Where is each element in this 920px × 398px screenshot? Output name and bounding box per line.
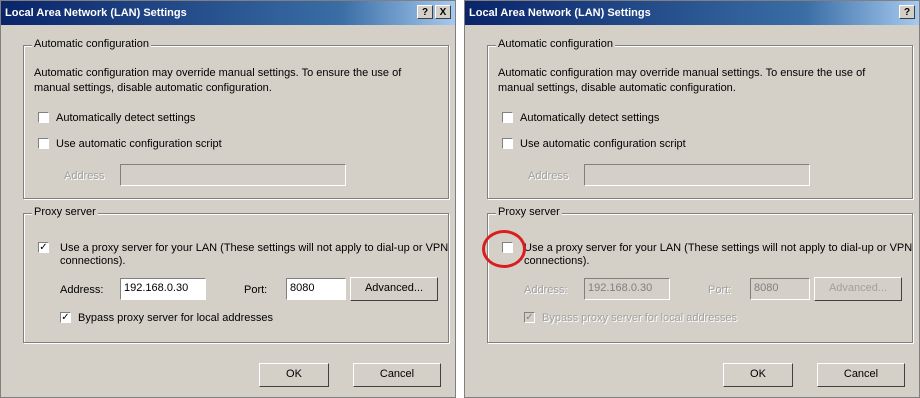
dialog-title: Local Area Network (LAN) Settings <box>469 7 651 19</box>
title-bar: Local Area Network (LAN) Settings ? X <box>1 1 455 25</box>
lan-settings-dialog-left: Local Area Network (LAN) Settings ? X Au… <box>0 0 456 398</box>
lan-settings-dialog-right: Local Area Network (LAN) Settings ? Auto… <box>464 0 920 398</box>
proxy-port-label: Port: <box>244 284 268 296</box>
proxy-address-input[interactable]: 192.168.0.30 <box>120 278 206 300</box>
config-script-checkbox[interactable] <box>502 138 513 149</box>
cancel-button[interactable]: Cancel <box>817 363 905 387</box>
use-proxy-checkbox[interactable] <box>502 242 513 253</box>
help-icon[interactable]: ? <box>899 5 915 19</box>
proxy-server-group: Proxy server Use a proxy server for your… <box>487 206 913 343</box>
automatic-configuration-group: Automatic configuration Automatic config… <box>487 38 913 199</box>
bypass-label: Bypass proxy server for local addresses <box>542 312 738 324</box>
script-address-label: Address <box>64 170 105 182</box>
script-address-field <box>584 164 810 186</box>
auto-config-description: Automatic configuration may override man… <box>34 67 402 94</box>
proxy-address-label: Address: <box>524 284 568 296</box>
cancel-button[interactable]: Cancel <box>353 363 441 387</box>
proxy-address-input: 192.168.0.30 <box>584 278 670 300</box>
group-legend: Proxy server <box>496 206 562 218</box>
detect-settings-checkbox[interactable] <box>38 112 49 123</box>
use-proxy-checkbox[interactable]: ✓ <box>38 242 49 253</box>
bypass-label: Bypass proxy server for local addresses <box>78 312 274 324</box>
dialog-title: Local Area Network (LAN) Settings <box>5 7 187 19</box>
advanced-button: Advanced... <box>814 277 902 301</box>
proxy-server-group: Proxy server ✓ Use a proxy server for yo… <box>23 206 449 343</box>
auto-config-description: Automatic configuration may override man… <box>498 67 866 94</box>
ok-button[interactable]: OK <box>723 363 793 387</box>
proxy-port-input[interactable]: 8080 <box>286 278 346 300</box>
use-proxy-label: Use a proxy server for your LAN (These s… <box>524 242 913 267</box>
detect-settings-label: Automatically detect settings <box>56 112 196 124</box>
ok-button[interactable]: OK <box>259 363 329 387</box>
config-script-label: Use automatic configuration script <box>56 138 222 150</box>
group-legend: Automatic configuration <box>496 38 615 50</box>
detect-settings-label: Automatically detect settings <box>520 112 660 124</box>
config-script-label: Use automatic configuration script <box>520 138 686 150</box>
script-address-field <box>120 164 346 186</box>
use-proxy-label: Use a proxy server for your LAN (These s… <box>60 242 449 267</box>
group-legend: Proxy server <box>32 206 98 218</box>
proxy-address-label: Address: <box>60 284 104 296</box>
advanced-button[interactable]: Advanced... <box>350 277 438 301</box>
title-bar: Local Area Network (LAN) Settings ? <box>465 1 919 25</box>
proxy-port-input: 8080 <box>750 278 810 300</box>
automatic-configuration-group: Automatic configuration Automatic config… <box>23 38 449 199</box>
group-legend: Automatic configuration <box>32 38 151 50</box>
detect-settings-checkbox[interactable] <box>502 112 513 123</box>
bypass-checkbox: ✓ <box>524 312 535 323</box>
script-address-label: Address <box>528 170 569 182</box>
help-icon[interactable]: ? <box>417 5 433 19</box>
bypass-checkbox[interactable]: ✓ <box>60 312 71 323</box>
config-script-checkbox[interactable] <box>38 138 49 149</box>
close-icon[interactable]: X <box>435 5 451 19</box>
proxy-port-label: Port: <box>708 284 732 296</box>
